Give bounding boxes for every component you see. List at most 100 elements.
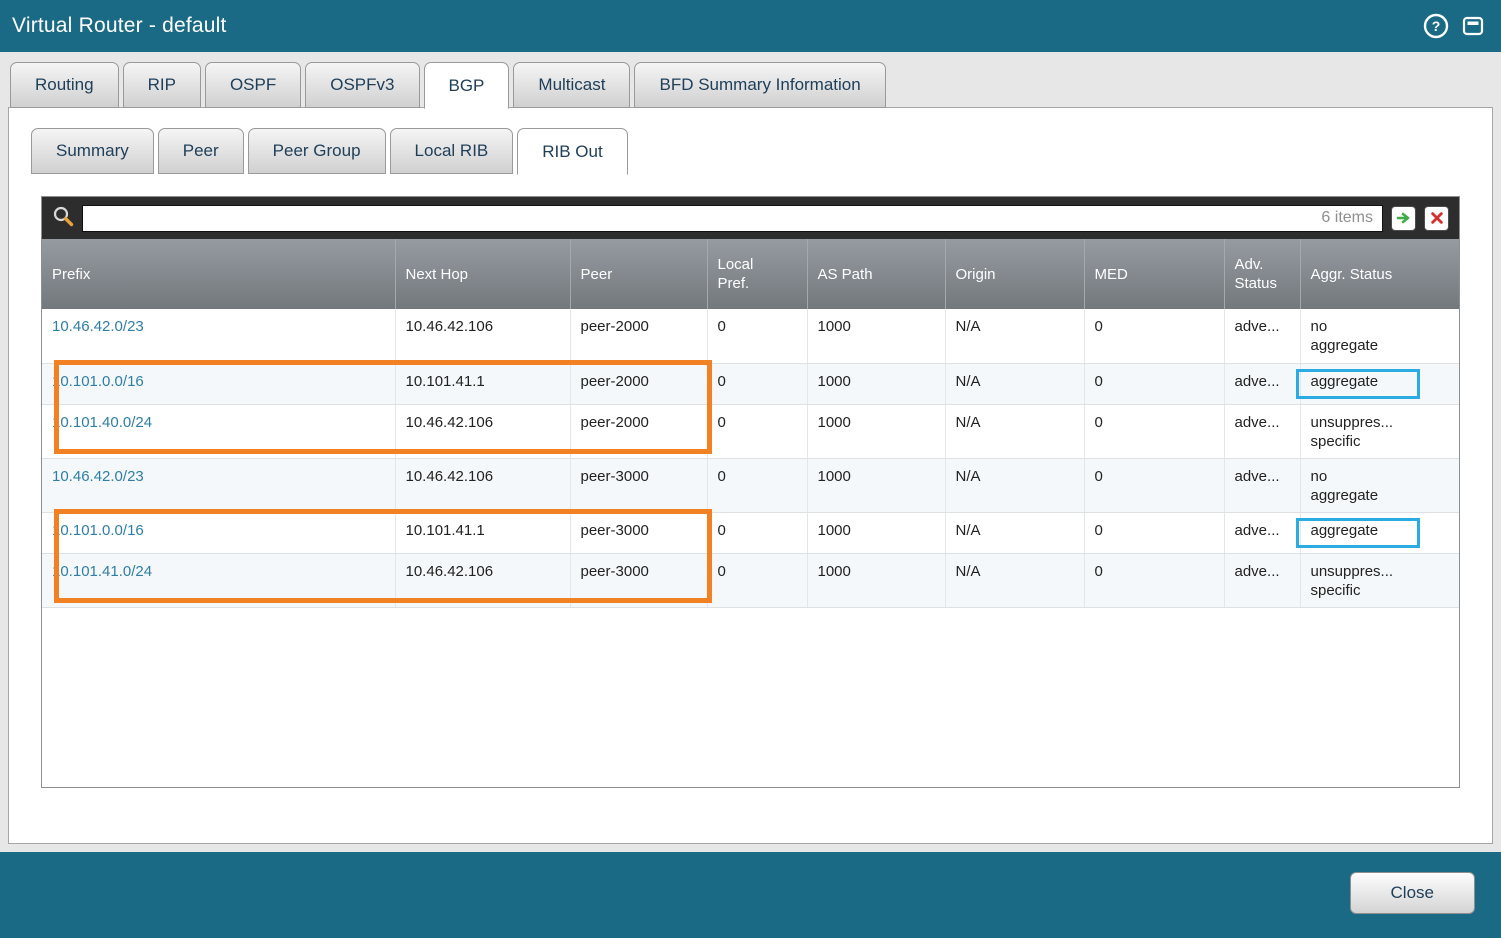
origin-cell: N/A (945, 309, 1084, 363)
origin-cell: N/A (945, 512, 1084, 553)
table-row[interactable]: 10.101.40.0/2410.46.42.106peer-200001000… (42, 404, 1459, 458)
as-path-cell: 1000 (807, 309, 945, 363)
subtab-rib-out[interactable]: RIB Out (517, 128, 627, 175)
column-header-local-pref[interactable]: Local Pref. (707, 239, 807, 309)
med-cell: 0 (1084, 458, 1224, 512)
next-hop-cell: 10.46.42.106 (395, 404, 570, 458)
adv-status-cell: adve... (1224, 553, 1300, 607)
peer-cell: peer-3000 (570, 458, 707, 512)
local-pref-cell: 0 (707, 458, 807, 512)
titlebar: Virtual Router - default ? (0, 0, 1501, 52)
adv-status-cell: adve... (1224, 404, 1300, 458)
search-icon (52, 205, 74, 232)
table-row[interactable]: 10.101.0.0/1610.101.41.1peer-200001000N/… (42, 363, 1459, 404)
adv-status-cell: adve... (1224, 363, 1300, 404)
aggr-status-cell: aggregate (1300, 512, 1459, 553)
prefix-cell: 10.46.42.0/23 (42, 458, 395, 512)
tab-routing[interactable]: Routing (10, 62, 119, 108)
table-header-row: PrefixNext HopPeerLocal Pref.AS PathOrig… (42, 239, 1459, 309)
column-header-next-hop[interactable]: Next Hop (395, 239, 570, 309)
sub-tab-bar: SummaryPeerPeer GroupLocal RIBRIB Out (31, 128, 1492, 174)
local-pref-cell: 0 (707, 363, 807, 404)
aggr-status-cell: no aggregate (1300, 309, 1459, 363)
subtab-summary[interactable]: Summary (31, 128, 154, 174)
as-path-cell: 1000 (807, 553, 945, 607)
table-row[interactable]: 10.46.42.0/2310.46.42.106peer-300001000N… (42, 458, 1459, 512)
subtab-local-rib[interactable]: Local RIB (390, 128, 514, 174)
med-cell: 0 (1084, 553, 1224, 607)
green-arrow-icon (1396, 210, 1412, 226)
aggr-status-cell: aggregate (1300, 363, 1459, 404)
next-hop-cell: 10.46.42.106 (395, 458, 570, 512)
prefix-cell: 10.101.41.0/24 (42, 553, 395, 607)
dialog-body: RoutingRIPOSPFOSPFv3BGPMulticastBFD Summ… (0, 52, 1501, 852)
origin-cell: N/A (945, 458, 1084, 512)
clear-filter-button[interactable] (1424, 206, 1449, 231)
local-pref-cell: 0 (707, 309, 807, 363)
next-hop-cell: 10.46.42.106 (395, 309, 570, 363)
next-hop-cell: 10.101.41.1 (395, 363, 570, 404)
column-header-med[interactable]: MED (1084, 239, 1224, 309)
filter-input[interactable] (83, 206, 1382, 231)
help-icon[interactable]: ? (1423, 13, 1449, 39)
tab-bfd-summary-information[interactable]: BFD Summary Information (634, 62, 885, 108)
peer-cell: peer-2000 (570, 309, 707, 363)
next-hop-cell: 10.46.42.106 (395, 553, 570, 607)
svg-text:?: ? (1432, 18, 1441, 34)
column-header-prefix[interactable]: Prefix (42, 239, 395, 309)
close-button[interactable]: Close (1350, 872, 1475, 914)
red-x-icon (1430, 211, 1444, 225)
aggr-status-cell: unsuppres... specific (1300, 553, 1459, 607)
table-row[interactable]: 10.46.42.0/2310.46.42.106peer-200001000N… (42, 309, 1459, 363)
column-header-aggr-status[interactable]: Aggr. Status (1300, 239, 1459, 309)
med-cell: 0 (1084, 512, 1224, 553)
tab-rip[interactable]: RIP (123, 62, 201, 108)
rib-out-table: PrefixNext HopPeerLocal Pref.AS PathOrig… (42, 239, 1459, 787)
as-path-cell: 1000 (807, 458, 945, 512)
peer-cell: peer-3000 (570, 512, 707, 553)
table-row[interactable]: 10.101.41.0/2410.46.42.106peer-300001000… (42, 553, 1459, 607)
prefix-cell: 10.101.0.0/16 (42, 363, 395, 404)
column-header-as-path[interactable]: AS Path (807, 239, 945, 309)
bgp-tab-panel: SummaryPeerPeer GroupLocal RIBRIB Out 6 … (8, 107, 1493, 844)
as-path-cell: 1000 (807, 363, 945, 404)
aggr-status-cell: unsuppres... specific (1300, 404, 1459, 458)
column-header-peer[interactable]: Peer (570, 239, 707, 309)
peer-cell: peer-3000 (570, 553, 707, 607)
tab-multicast[interactable]: Multicast (513, 62, 630, 108)
prefix-cell: 10.101.40.0/24 (42, 404, 395, 458)
rib-out-panel: 6 items (41, 196, 1460, 788)
filter-field: 6 items (82, 205, 1383, 232)
local-pref-cell: 0 (707, 512, 807, 553)
table-row[interactable]: 10.101.0.0/1610.101.41.1peer-300001000N/… (42, 512, 1459, 553)
next-hop-cell: 10.101.41.1 (395, 512, 570, 553)
local-pref-cell: 0 (707, 404, 807, 458)
apply-filter-button[interactable] (1391, 206, 1416, 231)
tab-bgp[interactable]: BGP (424, 62, 510, 109)
med-cell: 0 (1084, 363, 1224, 404)
origin-cell: N/A (945, 553, 1084, 607)
subtab-peer-group[interactable]: Peer Group (248, 128, 386, 174)
adv-status-cell: adve... (1224, 309, 1300, 363)
peer-cell: peer-2000 (570, 363, 707, 404)
med-cell: 0 (1084, 404, 1224, 458)
footer-bar: Close (0, 852, 1501, 938)
origin-cell: N/A (945, 363, 1084, 404)
subtab-peer[interactable]: Peer (158, 128, 244, 174)
column-header-origin[interactable]: Origin (945, 239, 1084, 309)
aggr-status-cell: no aggregate (1300, 458, 1459, 512)
prefix-cell: 10.46.42.0/23 (42, 309, 395, 363)
tab-ospfv3[interactable]: OSPFv3 (305, 62, 419, 108)
prefix-cell: 10.101.0.0/16 (42, 512, 395, 553)
column-header-adv-status[interactable]: Adv. Status (1224, 239, 1300, 309)
adv-status-cell: adve... (1224, 458, 1300, 512)
main-tab-bar: RoutingRIPOSPFOSPFv3BGPMulticastBFD Summ… (8, 62, 1493, 108)
tab-ospf[interactable]: OSPF (205, 62, 301, 108)
adv-status-cell: adve... (1224, 512, 1300, 553)
origin-cell: N/A (945, 404, 1084, 458)
window-icon[interactable] (1461, 14, 1485, 38)
dialog-title: Virtual Router - default (12, 14, 227, 38)
local-pref-cell: 0 (707, 553, 807, 607)
peer-cell: peer-2000 (570, 404, 707, 458)
titlebar-icons: ? (1423, 13, 1485, 39)
